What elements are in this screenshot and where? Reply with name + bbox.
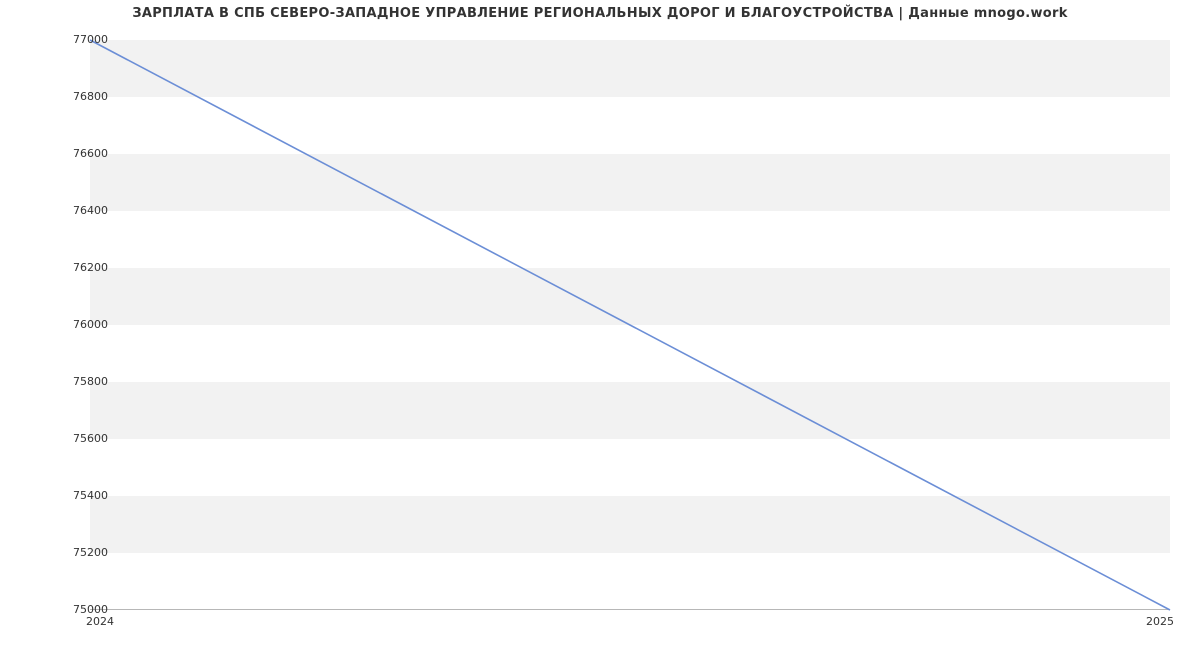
x-tick-label: 2025 [1146,615,1174,628]
chart-title: ЗАРПЛАТА В СПБ СЕВЕРО-ЗАПАДНОЕ УПРАВЛЕНИ… [0,6,1200,21]
y-tick-label: 75000 [48,604,108,615]
y-tick-label: 76600 [48,148,108,159]
plot-area [90,40,1170,610]
y-tick-label: 76800 [48,91,108,102]
chart-container: ЗАРПЛАТА В СПБ СЕВЕРО-ЗАПАДНОЕ УПРАВЛЕНИ… [0,0,1200,650]
x-tick-label: 2024 [86,615,114,628]
y-tick-label: 76400 [48,205,108,216]
y-tick-label: 75600 [48,433,108,444]
line-series [90,40,1170,610]
y-tick-label: 76000 [48,319,108,330]
y-tick-label: 76200 [48,262,108,273]
y-tick-label: 75800 [48,376,108,387]
y-tick-label: 77000 [48,34,108,45]
y-tick-label: 75400 [48,490,108,501]
y-tick-label: 75200 [48,547,108,558]
